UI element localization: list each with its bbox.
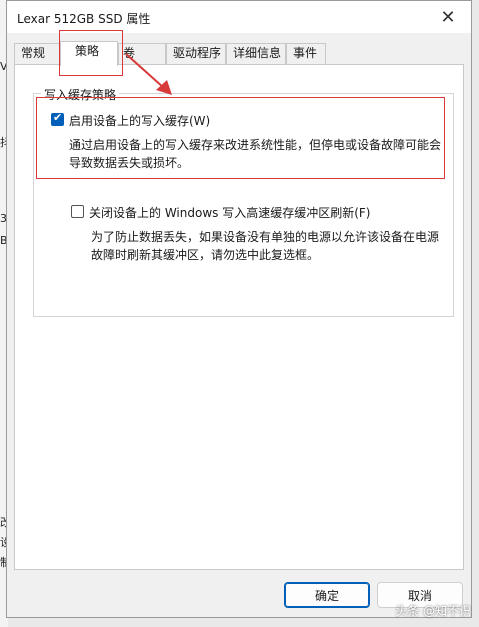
tab-policy[interactable]: 策略 [60, 41, 118, 66]
ok-button[interactable]: 确定 [284, 582, 370, 608]
close-button[interactable]: ✕ [425, 1, 471, 33]
disable-buffer-flush-checkbox[interactable] [71, 205, 84, 218]
close-icon: ✕ [440, 6, 456, 28]
disable-buffer-flush-label[interactable]: 关闭设备上的 Windows 写入高速缓存缓冲区刷新(F) [89, 204, 370, 221]
watermark: 头条 @知不识 [395, 604, 471, 618]
annotation-box-checkbox [36, 97, 445, 179]
dialog-title: Lexar 512GB SSD 属性 [17, 12, 151, 26]
disable-buffer-flush-description: 为了防止数据丢失，如果设备没有单独的电源以允许该设备在电源 故障时刷新其缓冲区，… [91, 228, 439, 264]
tab-events[interactable]: 事件 [286, 43, 326, 64]
properties-dialog: Lexar 512GB SSD 属性 ✕ 常规 策略 卷 驱动程序 详细信息 事… [6, 0, 472, 618]
annotation-arrow-icon [125, 53, 172, 95]
title-bar[interactable]: Lexar 512GB SSD 属性 ✕ [7, 1, 471, 33]
tab-general[interactable]: 常规 [14, 43, 60, 64]
description-line: 故障时刷新其缓冲区，请勿选中此复选框。 [91, 248, 320, 262]
description-line: 为了防止数据丢失，如果设备没有单独的电源以允许该设备在电源 [91, 230, 440, 244]
tab-details[interactable]: 详细信息 [226, 43, 286, 64]
